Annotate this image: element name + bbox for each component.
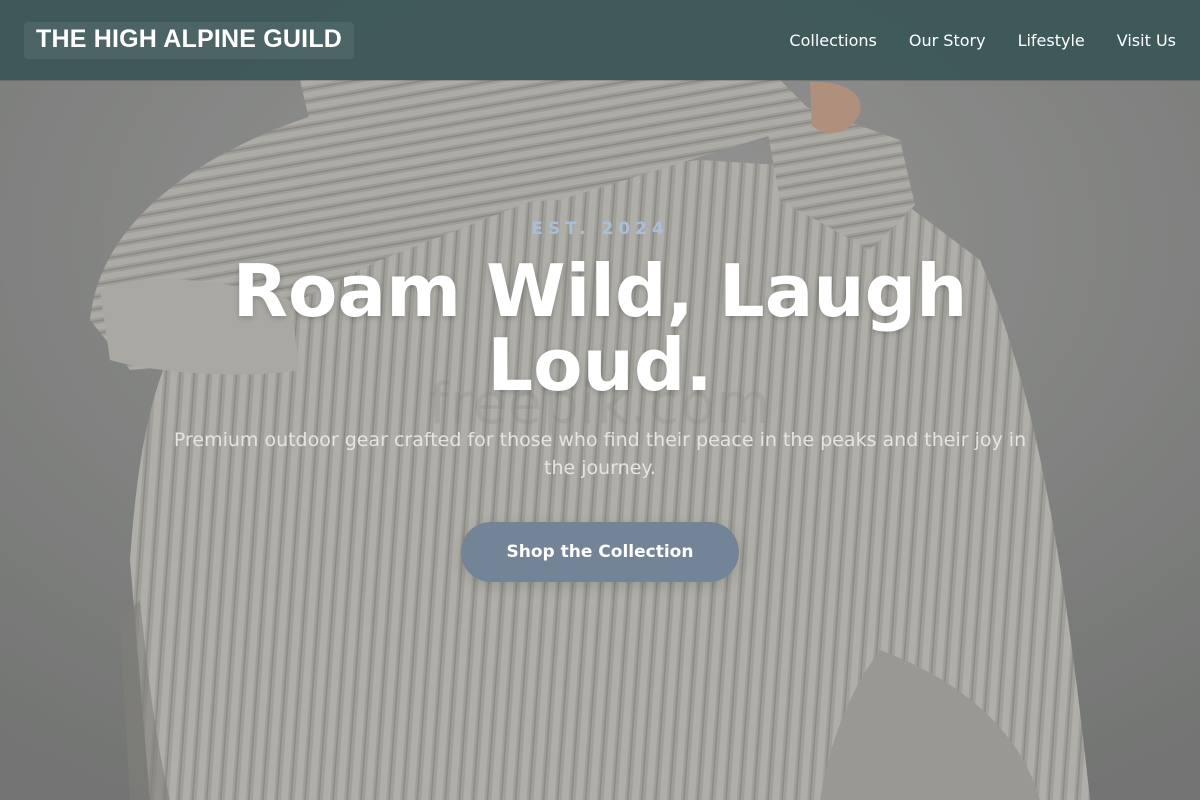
hero-headline: Roam Wild, Laugh Loud. bbox=[232, 249, 968, 407]
hero-section: freepik.com EST. 2024 Roam Wild, Laugh L… bbox=[0, 0, 1200, 800]
hero-eyebrow: EST. 2024 bbox=[531, 219, 669, 239]
shop-collection-button[interactable]: Shop the Collection bbox=[461, 522, 739, 582]
hero-subhead: Premium outdoor gear crafted for those w… bbox=[173, 429, 1027, 479]
